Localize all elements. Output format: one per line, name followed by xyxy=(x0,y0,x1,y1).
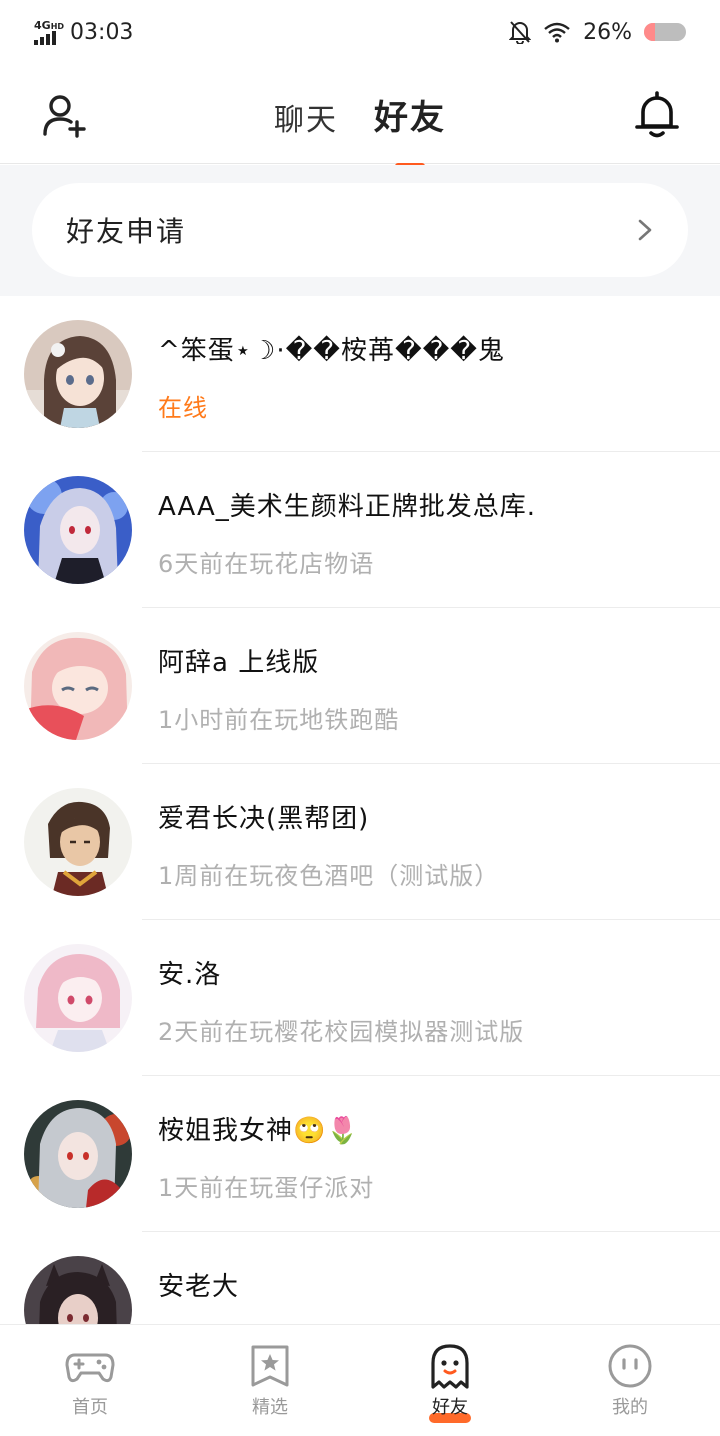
network-indicator: 4GHD xyxy=(34,20,64,45)
gamepad-icon xyxy=(65,1353,115,1383)
top-header: 聊天 好友 xyxy=(0,64,720,169)
friend-request-label: 好友申请 xyxy=(66,215,187,248)
chevron-right-icon xyxy=(638,219,652,241)
friend-row[interactable]: AAA_美术生颜料正牌批发总库. 6天前在玩花店物语 xyxy=(0,452,720,608)
nav-me-label: 我的 xyxy=(612,1397,648,1418)
network-sub: HD xyxy=(50,21,65,31)
battery-fill xyxy=(644,23,655,41)
friend-row[interactable]: 桉姐我女神🙄🌷 1天前在玩蛋仔派对 xyxy=(0,1076,720,1232)
friend-row[interactable]: 阿辞a 上线版 1小时前在玩地铁跑酷 xyxy=(0,608,720,764)
mute-bell-icon xyxy=(509,21,532,44)
ghost-icon xyxy=(431,1344,469,1389)
tab-chat-label: 聊天 xyxy=(274,103,338,138)
bottom-navigation: 首页 精选 好友 我的 xyxy=(0,1324,720,1436)
avatar[interactable] xyxy=(24,1256,132,1324)
nav-featured[interactable]: 精选 xyxy=(180,1325,360,1436)
nav-home[interactable]: 首页 xyxy=(0,1325,180,1436)
nav-me[interactable]: 我的 xyxy=(540,1325,720,1436)
avatar[interactable] xyxy=(24,632,132,740)
status-right: 26% xyxy=(509,20,686,45)
avatar[interactable] xyxy=(24,944,132,1052)
avatar[interactable] xyxy=(24,1100,132,1208)
friend-name: 安老大 xyxy=(158,1272,240,1302)
status-left: 4GHD 03:03 xyxy=(34,20,133,45)
friend-status: 1周前在玩夜色酒吧（测试版） xyxy=(158,862,500,890)
friend-request-section: 好友申请 xyxy=(0,165,720,296)
bell-icon[interactable] xyxy=(634,90,680,140)
friend-name: AAA_美术生颜料正牌批发总库. xyxy=(158,492,537,522)
tab-friends[interactable]: 好友 xyxy=(374,90,446,169)
friend-row[interactable]: ^笨蛋⋆☽·��桉苒���鬼 在线 xyxy=(0,296,720,452)
friend-name: 桉姐我女神🙄🌷 xyxy=(158,1116,360,1146)
status-bar: 4GHD 03:03 26% xyxy=(0,0,720,64)
star-bookmark-icon xyxy=(251,1345,289,1387)
avatar[interactable] xyxy=(24,320,132,428)
battery-percent: 26% xyxy=(583,19,632,45)
friend-row[interactable]: 安.洛 2天前在玩樱花校园模拟器测试版 xyxy=(0,920,720,1076)
avatar[interactable] xyxy=(24,788,132,896)
tab-friends-label: 好友 xyxy=(374,98,446,138)
friend-status: 1小时前在玩地铁跑酷 xyxy=(158,706,400,734)
friend-row[interactable]: 安老大 xyxy=(0,1232,720,1324)
friend-name: 爱君长决(黑帮团) xyxy=(158,804,370,834)
friend-name: 阿辞a 上线版 xyxy=(158,648,320,678)
avatar[interactable] xyxy=(24,476,132,584)
battery-icon xyxy=(644,23,686,41)
friend-request-button[interactable]: 好友申请 xyxy=(32,183,688,277)
status-time: 03:03 xyxy=(70,19,134,45)
nav-friends[interactable]: 好友 xyxy=(360,1325,540,1436)
friend-status-online: 在线 xyxy=(158,394,208,422)
tab-chat[interactable]: 聊天 xyxy=(274,95,338,139)
signal-icon xyxy=(34,30,56,45)
tab-bar: 聊天 好友 xyxy=(0,90,720,169)
nav-friends-label: 好友 xyxy=(432,1397,468,1418)
wifi-icon xyxy=(544,22,570,43)
friend-status: 2天前在玩樱花校园模拟器测试版 xyxy=(158,1018,525,1046)
friend-name: ^笨蛋⋆☽·��桉苒���鬼 xyxy=(158,336,505,366)
face-icon xyxy=(608,1344,652,1388)
friend-status: 6天前在玩花店物语 xyxy=(158,550,375,578)
friend-status: 1天前在玩蛋仔派对 xyxy=(158,1174,375,1202)
friend-row[interactable]: 爱君长决(黑帮团) 1周前在玩夜色酒吧（测试版） xyxy=(0,764,720,920)
friend-list: ^笨蛋⋆☽·��桉苒���鬼 在线 AAA_美术生颜料正牌批发总库. 6天前在玩… xyxy=(0,296,720,1324)
friend-name: 安.洛 xyxy=(158,960,222,990)
nav-featured-label: 精选 xyxy=(252,1397,288,1418)
nav-home-label: 首页 xyxy=(72,1397,108,1418)
